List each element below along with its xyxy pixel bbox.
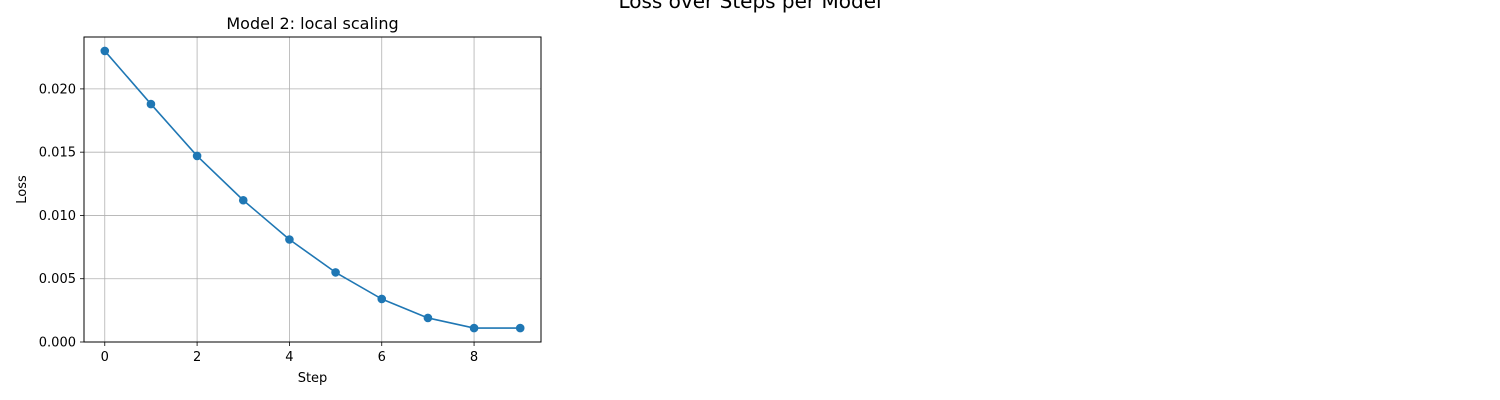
y-axis-label: Loss: [15, 175, 30, 204]
x-gridlines: [104, 37, 475, 342]
series-loss: [100, 46, 525, 333]
y-tick-label: 0.015: [39, 146, 76, 161]
y-tick-label: 0.000: [39, 336, 76, 351]
x-tick-label: 4: [285, 350, 293, 365]
axes-frame: [83, 36, 542, 343]
chart-title: Model 2: local scaling: [226, 14, 398, 33]
data-point: [331, 268, 340, 277]
y-axis-ticks: 0.000 0.005 0.010 0.015 0.020: [39, 82, 84, 351]
y-tick-label: 0.020: [39, 82, 76, 97]
y-tick-label: 0.005: [39, 272, 76, 287]
data-point: [469, 323, 479, 333]
x-axis-ticks: 0 2 4 6 8: [101, 342, 478, 365]
data-point: [238, 195, 248, 205]
x-axis-label: Step: [298, 371, 328, 386]
x-tick-label: 0: [101, 350, 109, 365]
x-tick-label: 6: [378, 350, 386, 365]
plot-area: 0 2 4 6 8 0.000 0.005 0.010 0.015 0.020: [39, 36, 542, 365]
data-point: [146, 99, 156, 109]
y-gridlines: [84, 88, 541, 343]
data-point: [377, 294, 387, 304]
data-point: [515, 323, 525, 333]
figure-suptitle: Loss over Steps per Model: [618, 0, 881, 13]
x-tick-label: 2: [193, 350, 201, 365]
data-point: [423, 313, 433, 323]
series-line: [104, 50, 521, 329]
data-point: [192, 151, 202, 161]
figure: Loss over Steps per Model Model 2: local…: [15, 0, 882, 386]
data-point: [285, 235, 294, 244]
data-point: [100, 46, 110, 56]
x-tick-label: 8: [470, 350, 478, 365]
y-tick-label: 0.010: [39, 209, 76, 224]
